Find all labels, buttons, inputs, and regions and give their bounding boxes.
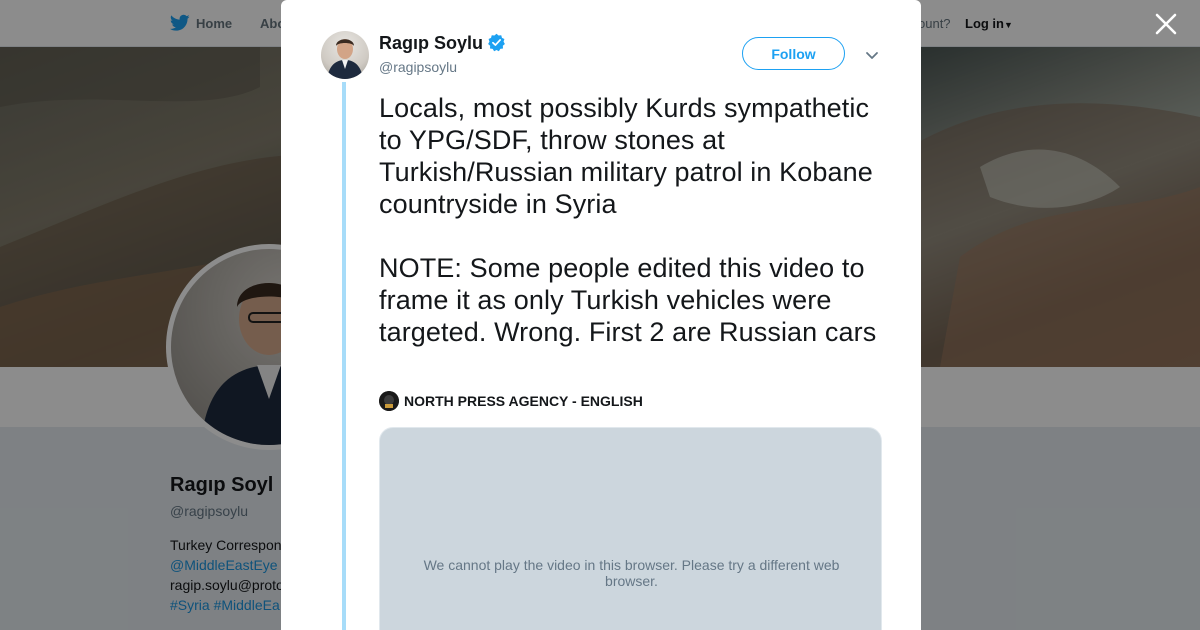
quoted-source[interactable]: NORTH PRESS AGENCY - ENGLISH xyxy=(379,391,643,411)
close-icon[interactable] xyxy=(1153,11,1179,37)
video-player[interactable]: We cannot play the video in this browser… xyxy=(379,427,882,630)
thread-line xyxy=(342,82,346,630)
video-error-message: We cannot play the video in this browser… xyxy=(423,557,840,589)
tweet-text: Locals, most possibly Kurds sympathetic … xyxy=(379,93,877,347)
author-name[interactable]: Ragıp Soylu xyxy=(379,33,483,54)
follow-button[interactable]: Follow xyxy=(742,37,845,70)
author-handle: @ragipsoylu xyxy=(379,59,458,75)
author-avatar[interactable] xyxy=(321,31,369,79)
chevron-down-icon[interactable] xyxy=(863,46,881,64)
source-name: NORTH PRESS AGENCY - ENGLISH xyxy=(404,393,643,409)
source-avatar xyxy=(379,391,399,411)
verified-badge-icon xyxy=(488,33,505,52)
tweet-modal: Ragıp Soylu @ragipsoylu Follow Locals, m… xyxy=(281,0,921,630)
